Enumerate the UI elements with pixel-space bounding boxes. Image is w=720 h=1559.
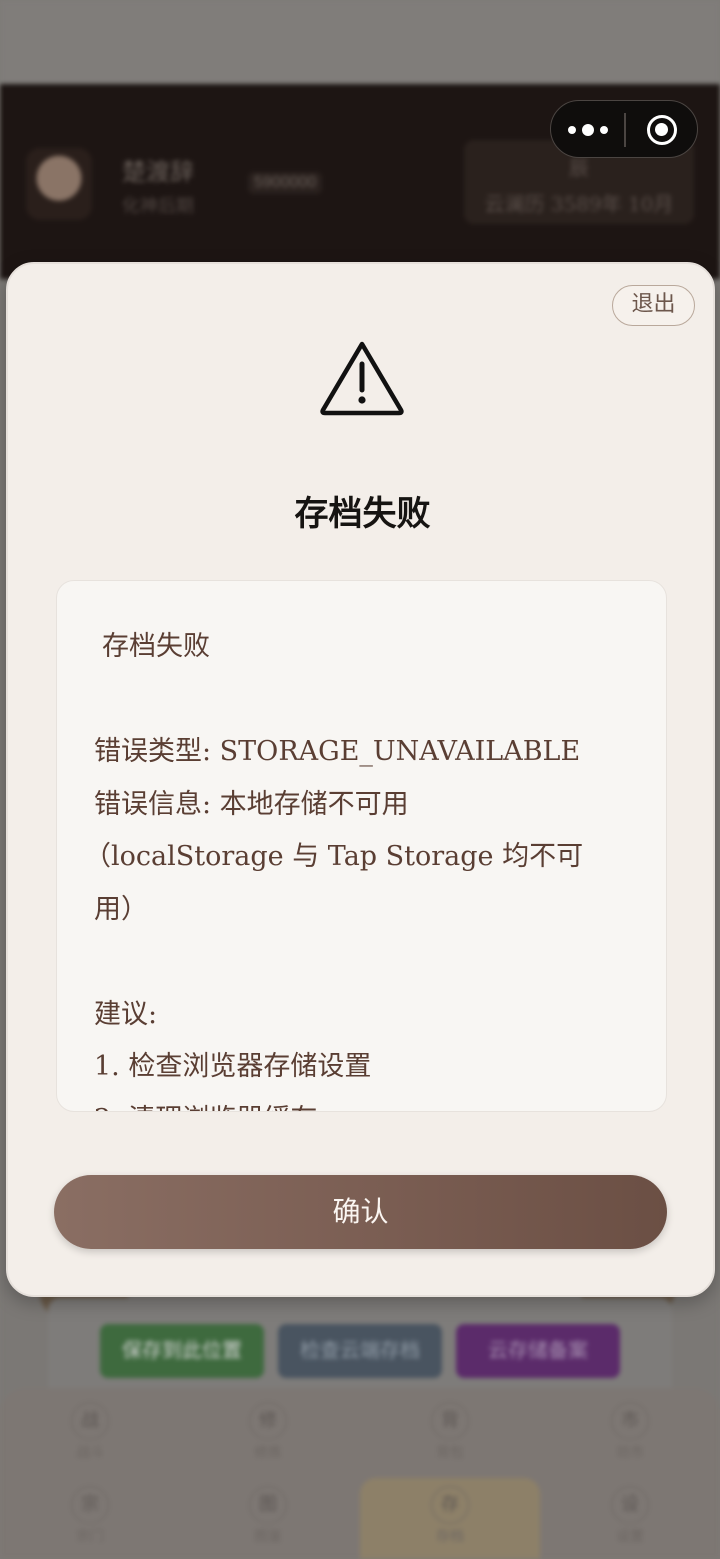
details-line: 错误类型: STORAGE_UNAVAILABLE: [94, 736, 581, 767]
nav-bag-icon: 背: [431, 1402, 469, 1440]
miniprogram-capsule: [550, 100, 698, 158]
details-line: （localStorage 与 Tap Storage 均不可: [84, 841, 584, 872]
details-line: [94, 936, 634, 989]
details-line: 建议:: [94, 998, 158, 1030]
nav-item-sect[interactable]: 宗 宗门: [50, 1486, 130, 1546]
capsule-divider: [624, 113, 626, 147]
nav-label: 背包: [436, 1445, 464, 1461]
nav-label: 设置: [616, 1529, 644, 1545]
player-name: 楚渡辞: [122, 158, 194, 186]
player-realm: 化神后期: [122, 196, 194, 217]
dialog-title: 存档失败: [294, 494, 431, 534]
nav-item-cultivate[interactable]: 修 修炼: [228, 1402, 308, 1462]
confirm-button[interactable]: 确认: [54, 1175, 667, 1249]
nav-label: 宗门: [76, 1529, 104, 1545]
cloud-backup-button[interactable]: 云存储备案: [456, 1324, 620, 1378]
nav-battle-icon: 战: [71, 1402, 109, 1440]
avatar: [26, 148, 92, 220]
target-close-icon[interactable]: [647, 115, 677, 145]
nav-label: 坊市: [616, 1445, 644, 1461]
more-dots-icon[interactable]: [551, 101, 625, 159]
nav-save-icon: 存: [431, 1486, 469, 1524]
nav-item-codex[interactable]: 图 图鉴: [228, 1486, 308, 1546]
nav-item-bag[interactable]: 背 背包: [410, 1402, 490, 1462]
nav-label: 修炼: [254, 1445, 282, 1461]
details-line: 错误信息: 本地存储不可用: [94, 788, 409, 820]
details-line: [94, 674, 634, 727]
nav-cultivate-icon: 修: [249, 1402, 287, 1440]
nav-item-save[interactable]: 存 存档: [410, 1486, 490, 1546]
nav-item-settings[interactable]: 设 设置: [590, 1486, 670, 1546]
error-details-text: 存档失败 错误类型: STORAGE_UNAVAILABLE 错误信息: 本地存…: [84, 621, 634, 1112]
details-line: 用）: [94, 893, 148, 925]
details-line: 1. 检查浏览器存储设置: [94, 1051, 372, 1082]
nav-item-market[interactable]: 市 坊市: [590, 1402, 670, 1462]
nav-label: 存档: [436, 1529, 464, 1545]
details-line: 2. 清理浏览器缓存: [94, 1094, 634, 1112]
check-cloud-button[interactable]: 检查云端存档: [278, 1324, 442, 1378]
details-line: 存档失败: [102, 631, 210, 662]
status-area: [0, 0, 720, 84]
save-error-dialog: 退出 存档失败 存档失败 错误类型: STORAGE_UNAVAILABLE 错…: [6, 262, 715, 1297]
nav-settings-icon: 设: [611, 1486, 649, 1524]
nav-label: 战斗: [76, 1445, 104, 1461]
save-here-button[interactable]: 保存到此位置: [100, 1324, 264, 1378]
nav-item-battle[interactable]: 战 战斗: [50, 1402, 130, 1462]
warning-triangle-icon: [320, 341, 404, 416]
nav-market-icon: 市: [611, 1402, 649, 1440]
exit-button[interactable]: 退出: [612, 285, 695, 326]
player-code: 5900000: [248, 172, 323, 194]
game-date: 云澜历 3589年 10月: [484, 192, 674, 216]
nav-codex-icon: 图: [249, 1486, 287, 1524]
error-details-box[interactable]: 存档失败 错误类型: STORAGE_UNAVAILABLE 错误信息: 本地存…: [56, 580, 667, 1112]
nav-label: 图鉴: [254, 1529, 282, 1545]
nav-sect-icon: 宗: [71, 1486, 109, 1524]
